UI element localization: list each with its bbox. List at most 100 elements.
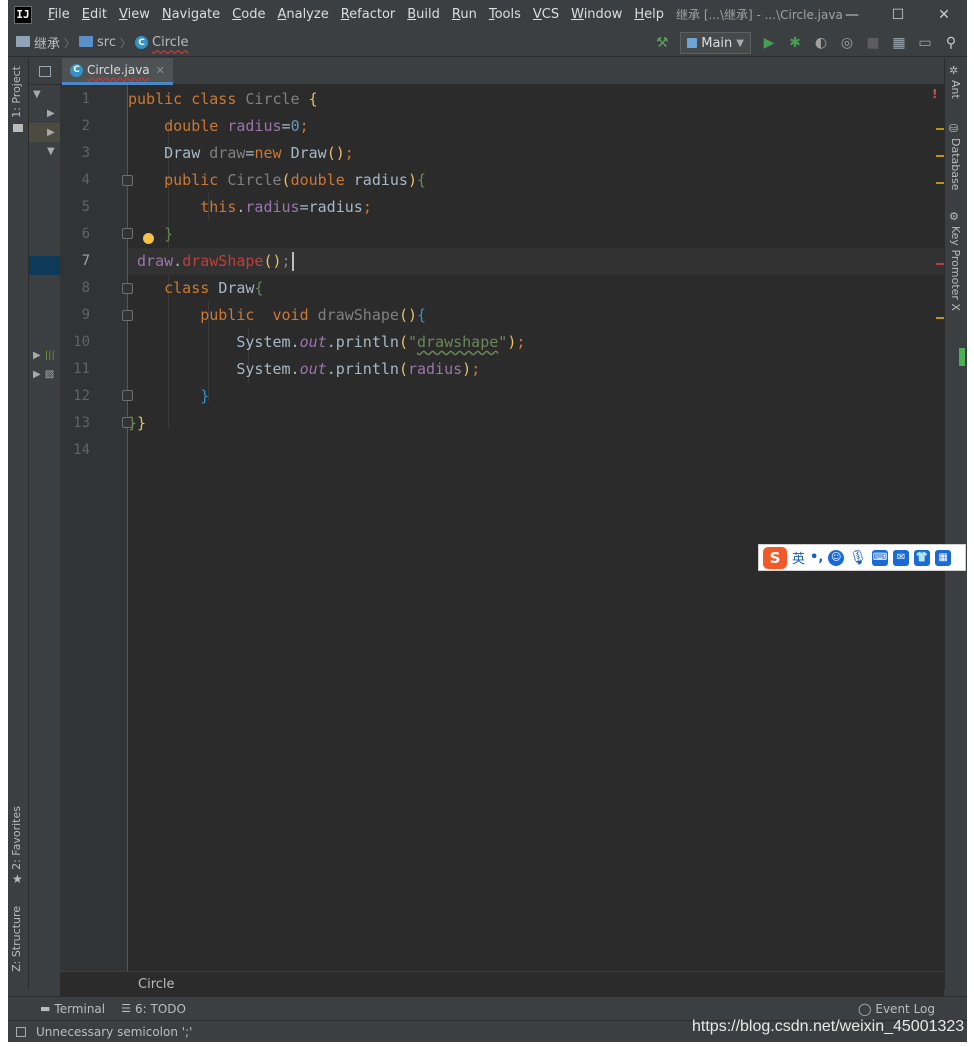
code-editor[interactable]: 1 2 3 4 5 6 7 8 9 10 11 12 13 14 public … bbox=[60, 85, 950, 971]
line-number: 3 bbox=[81, 145, 90, 161]
window-controls: — ☐ ✕ bbox=[829, 0, 967, 29]
toolbox-icon[interactable]: ✉ bbox=[893, 549, 910, 566]
todo-label: 6: TODO bbox=[135, 1001, 186, 1016]
terminal-button[interactable]: ▬ Terminal bbox=[40, 1002, 105, 1016]
right-tool-strip: ✲ Ant ⛁ Database ⚙ Key Promoter X bbox=[944, 58, 967, 990]
tree-node-root[interactable]: ▼ bbox=[29, 85, 60, 104]
menu-view[interactable]: View bbox=[113, 7, 156, 22]
code-area[interactable]: public class Circle { double radius=0; D… bbox=[128, 85, 944, 971]
emoji-icon[interactable]: ☺ bbox=[828, 549, 845, 566]
tab-ant[interactable]: Ant bbox=[949, 80, 962, 99]
code-line-8: class Draw{ bbox=[164, 279, 264, 297]
memory-indicator[interactable] bbox=[959, 348, 965, 366]
tree-node-selected[interactable] bbox=[29, 256, 60, 275]
code-line-13: }} bbox=[128, 414, 147, 432]
microphone-icon[interactable]: 🎙 bbox=[849, 550, 867, 566]
menu-code[interactable]: Code bbox=[226, 7, 271, 22]
tab-project[interactable]: 1: Project bbox=[10, 66, 23, 118]
main-toolbar: ⚒ Main ▼ ▶ ✱ ◐ ◎ ■ ▦ ▭ ⚲ bbox=[654, 29, 959, 57]
event-log-button[interactable]: ◯ Event Log bbox=[858, 1002, 935, 1016]
code-line-5: this.radius=radius; bbox=[200, 198, 372, 216]
coverage-icon[interactable]: ◐ bbox=[813, 35, 829, 51]
search-icon[interactable]: ⚲ bbox=[943, 35, 959, 51]
nav-crumb-project-label: 继承 bbox=[34, 37, 61, 52]
expand-right-icon: ▶ bbox=[47, 108, 55, 119]
minimize-button[interactable]: — bbox=[829, 0, 875, 29]
menu-run[interactable]: Run bbox=[446, 7, 483, 22]
project-structure-icon[interactable]: ▦ bbox=[891, 35, 907, 51]
nav-crumb-class[interactable]: C Circle bbox=[135, 35, 189, 50]
skin-icon[interactable]: 👕 bbox=[914, 549, 931, 566]
menu-file[interactable]: File bbox=[42, 7, 76, 22]
menu-window[interactable]: Window bbox=[565, 7, 628, 22]
tab-favorites[interactable]: 2: Favorites bbox=[10, 806, 23, 870]
nav-crumb-class-label: Circle bbox=[152, 35, 189, 50]
todo-icon: ☰ bbox=[121, 1002, 131, 1015]
code-line-12: } bbox=[200, 387, 210, 405]
ime-mode-toggle[interactable]: 英 bbox=[792, 548, 805, 567]
menu-tools[interactable]: Tools bbox=[483, 7, 527, 22]
class-icon: C bbox=[135, 36, 148, 49]
tab-structure[interactable]: Z: Structure bbox=[10, 906, 23, 972]
menu-navigate[interactable]: Navigate bbox=[156, 7, 226, 22]
tree-node[interactable]: ▼ bbox=[29, 142, 60, 161]
expand-down-icon: ▼ bbox=[47, 146, 55, 157]
line-number-current: 7 bbox=[81, 253, 90, 269]
run-icon[interactable]: ▶ bbox=[761, 35, 777, 51]
layout-icon[interactable] bbox=[38, 65, 51, 77]
tab-database[interactable]: Database bbox=[949, 138, 962, 191]
run-configuration-select[interactable]: Main ▼ bbox=[680, 32, 751, 54]
keyboard-icon[interactable]: ⌨ bbox=[872, 549, 889, 566]
line-number: 13 bbox=[73, 415, 90, 431]
star-icon: ★ bbox=[12, 872, 23, 886]
menu-edit[interactable]: Edit bbox=[76, 7, 113, 22]
profile-icon[interactable]: ◎ bbox=[839, 35, 855, 51]
class-icon: C bbox=[70, 63, 83, 77]
tree-node-libraries[interactable]: ▶ ||| bbox=[29, 346, 60, 365]
line-number: 10 bbox=[73, 334, 90, 350]
application-icon bbox=[687, 38, 698, 48]
toggle-tool-windows-icon[interactable] bbox=[16, 1026, 26, 1037]
project-panel: ▼ ▶ ▶ ▼ ▶ ||| ▶ ▨ bbox=[29, 58, 60, 990]
project-panel-header bbox=[29, 58, 60, 85]
tool-window-bar: ▬ Terminal ☰ 6: TODO ◯ Event Log bbox=[8, 996, 967, 1020]
ime-toolbar: S 英 •, ☺ 🎙 ⌨ ✉ 👕 ▦ bbox=[758, 544, 966, 571]
close-tab-icon[interactable]: ✕ bbox=[156, 64, 165, 77]
nav-crumb-project[interactable]: 继承 bbox=[16, 33, 60, 52]
menu-analyze[interactable]: Analyze bbox=[271, 7, 334, 22]
stop-icon[interactable]: ■ bbox=[865, 35, 881, 51]
tree-node[interactable]: ▶ bbox=[29, 123, 60, 142]
menu-vcs[interactable]: VCS bbox=[527, 7, 565, 22]
editor-gutter: 1 2 3 4 5 6 7 8 9 10 11 12 13 14 bbox=[60, 85, 154, 971]
code-line-10: System.out.println("drawshape"); bbox=[128, 333, 526, 351]
sogou-logo-icon[interactable]: S bbox=[763, 546, 787, 569]
line-number: 9 bbox=[81, 307, 90, 323]
database-icon: ⛁ bbox=[949, 122, 959, 135]
menu-build[interactable]: Build bbox=[401, 7, 446, 22]
punctuation-icon[interactable]: •, bbox=[810, 550, 823, 565]
tree-node-scratches[interactable]: ▶ ▨ bbox=[29, 365, 60, 384]
editor-breadcrumb-label[interactable]: Circle bbox=[138, 977, 175, 992]
nav-crumb-src-label: src bbox=[97, 35, 116, 50]
navigation-bar: 继承 〉 src 〉 C Circle ⚒ Main ▼ ▶ ✱ ◐ ◎ ■ ▦… bbox=[8, 29, 967, 57]
error-stripe-icon[interactable]: ! bbox=[932, 87, 937, 101]
code-line-7: draw.drawShape(); bbox=[128, 248, 944, 275]
terminal-label: Terminal bbox=[54, 1001, 106, 1016]
menu-grid-icon[interactable]: ▦ bbox=[935, 549, 952, 566]
code-line-2: double radius=0; bbox=[164, 117, 309, 135]
debug-icon[interactable]: ✱ bbox=[787, 35, 803, 51]
build-hammer-icon[interactable]: ⚒ bbox=[654, 35, 670, 51]
menu-refactor[interactable]: Refactor bbox=[335, 7, 402, 22]
tree-node[interactable]: ▶ bbox=[29, 104, 60, 123]
presentation-icon[interactable]: ▭ bbox=[917, 35, 933, 51]
expand-right-icon: ▶ bbox=[33, 369, 41, 380]
todo-button[interactable]: ☰ 6: TODO bbox=[121, 1002, 186, 1016]
folder-icon bbox=[16, 36, 30, 47]
tab-circle-java[interactable]: C Circle.java ✕ bbox=[62, 58, 173, 85]
close-button[interactable]: ✕ bbox=[921, 0, 967, 29]
maximize-button[interactable]: ☐ bbox=[875, 0, 921, 29]
nav-crumb-src[interactable]: src bbox=[79, 35, 116, 50]
menu-help[interactable]: Help bbox=[628, 7, 670, 22]
tab-key-promoter[interactable]: Key Promoter X bbox=[949, 226, 962, 311]
